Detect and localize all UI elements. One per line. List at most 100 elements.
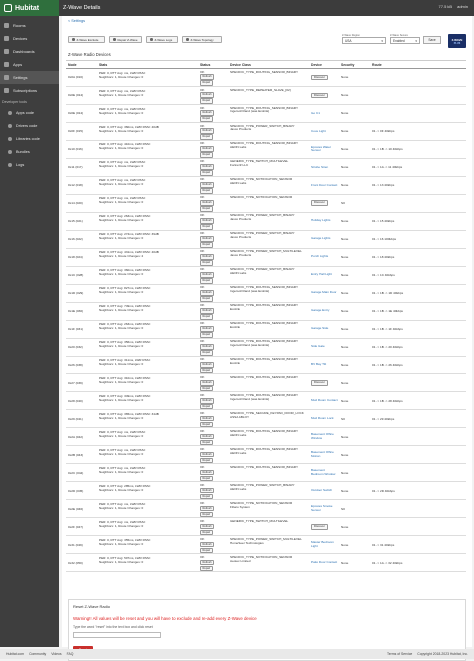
refresh-button[interactable]: Refresh	[200, 559, 215, 566]
device-link[interactable]: Holiday Lights	[311, 219, 338, 223]
breadcrumb[interactable]: < Settings	[68, 19, 85, 23]
sidebar-item-apps-code[interactable]: Apps code	[0, 106, 59, 119]
footer-link[interactable]: Hubitat.com	[6, 652, 24, 656]
repair-button[interactable]: Repair	[200, 224, 213, 230]
refresh-button[interactable]: Refresh	[200, 218, 215, 224]
refresh-button[interactable]: Refresh	[200, 487, 215, 494]
refresh-button[interactable]: Refresh	[200, 92, 215, 99]
footer-link[interactable]: FAQ	[67, 652, 74, 656]
footer-text[interactable]: Terms of Service	[387, 652, 412, 656]
repair-button[interactable]: Repair	[200, 116, 213, 122]
user-menu[interactable]: admin	[457, 4, 468, 9]
region-select[interactable]: USA ▾	[342, 37, 386, 44]
device-link[interactable]: Basement Bedroom Window	[311, 469, 338, 476]
repair-button[interactable]: Repair	[200, 565, 213, 571]
repair-button[interactable]: Repair	[200, 331, 213, 338]
refresh-button[interactable]: Refresh	[200, 254, 215, 260]
refresh-button[interactable]: Refresh	[200, 74, 215, 81]
repair-button[interactable]: Repair	[200, 439, 213, 445]
repair-button[interactable]: Repair	[200, 403, 213, 409]
refresh-button[interactable]: Refresh	[200, 469, 215, 476]
reset-confirm-input[interactable]	[73, 632, 161, 638]
refresh-button[interactable]: Refresh	[200, 200, 215, 206]
refresh-button[interactable]: Refresh	[200, 308, 215, 314]
repair-button[interactable]: Repair	[200, 170, 213, 176]
zwave-exclude-button[interactable]: Z-Wave Exclude	[68, 36, 105, 43]
sidebar-item-devices[interactable]: Devices	[0, 32, 59, 45]
repair-zwave-button[interactable]: Repair Z-Wave	[109, 36, 142, 43]
repair-button[interactable]: Repair	[200, 547, 213, 553]
device-link[interactable]: Porch Lights	[311, 255, 338, 259]
refresh-button[interactable]: Refresh	[200, 523, 215, 530]
sidebar-item-logs[interactable]: Logs	[0, 158, 59, 171]
refresh-button[interactable]: Refresh	[200, 541, 215, 548]
repair-button[interactable]: Repair	[200, 385, 213, 391]
repair-button[interactable]: Repair	[200, 80, 213, 86]
refresh-button[interactable]: Refresh	[200, 272, 215, 278]
device-link[interactable]: Entry Hall Light	[311, 273, 338, 277]
save-button[interactable]: Save	[423, 36, 441, 44]
refresh-button[interactable]: Refresh	[200, 433, 215, 440]
repair-button[interactable]: Repair	[200, 296, 213, 302]
refresh-button[interactable]: Refresh	[200, 164, 215, 170]
refresh-button[interactable]: Refresh	[200, 146, 215, 152]
repair-button[interactable]: Repair	[200, 134, 213, 140]
footer-link[interactable]: Videos	[51, 652, 61, 656]
refresh-button[interactable]: Refresh	[200, 236, 215, 242]
repair-button[interactable]: Repair	[200, 206, 213, 212]
repair-button[interactable]: Repair	[200, 278, 213, 284]
discover-button[interactable]: Discover	[311, 74, 328, 81]
device-link[interactable]: Go C1	[311, 111, 338, 116]
refresh-button[interactable]: Refresh	[200, 128, 215, 134]
device-link[interactable]: Epoxies Water Sensor	[311, 145, 338, 153]
refresh-button[interactable]: Refresh	[200, 505, 215, 512]
repair-button[interactable]: Repair	[200, 98, 213, 104]
repair-button[interactable]: Repair	[200, 349, 213, 356]
device-link[interactable]: Patio Door Contact	[311, 560, 338, 565]
refresh-button[interactable]: Refresh	[200, 415, 215, 422]
refresh-button[interactable]: Refresh	[200, 344, 215, 350]
device-link[interactable]: Front Door Contact	[311, 183, 338, 188]
refresh-button[interactable]: Refresh	[200, 290, 215, 296]
device-link[interactable]: Mud Room Contact	[311, 399, 338, 403]
sidebar-item-subscriptions[interactable]: Subscriptions	[0, 84, 59, 97]
hubitat-logo[interactable]: Hubitat	[0, 0, 59, 16]
repair-button[interactable]: Repair	[200, 511, 213, 517]
sidebar-item-bundles[interactable]: Bundles	[0, 145, 59, 158]
device-link[interactable]: Strobe Siren	[311, 165, 338, 170]
refresh-button[interactable]: Refresh	[200, 110, 215, 117]
repair-button[interactable]: Repair	[200, 260, 213, 266]
refresh-button[interactable]: Refresh	[200, 451, 215, 458]
repair-button[interactable]: Repair	[200, 188, 213, 194]
refresh-button[interactable]: Refresh	[200, 182, 215, 188]
refresh-button[interactable]: Refresh	[200, 326, 215, 332]
discover-button[interactable]: Discover	[311, 200, 328, 207]
sidebar-item-drivers-code[interactable]: Drivers code	[0, 119, 59, 132]
device-link[interactable]: Garage Entry	[311, 309, 338, 313]
repair-button[interactable]: Repair	[200, 493, 213, 499]
refresh-button[interactable]: Refresh	[200, 379, 215, 386]
device-link[interactable]: Mud Room Lock	[311, 417, 338, 421]
device-link[interactable]: Garage Main Door	[311, 291, 338, 295]
repair-button[interactable]: Repair	[200, 313, 213, 320]
refresh-button[interactable]: Refresh	[200, 361, 215, 368]
secure-select[interactable]: Enabled ▾	[390, 37, 420, 44]
repair-button[interactable]: Repair	[200, 529, 213, 535]
discover-button[interactable]: Discover	[311, 380, 328, 386]
repair-button[interactable]: Repair	[200, 421, 213, 427]
sidebar-item-dashboards[interactable]: Dashboards	[0, 45, 59, 58]
device-link[interactable]: Garage Lights	[311, 237, 338, 241]
device-link[interactable]: Basement Office Window	[311, 433, 338, 440]
device-link[interactable]: Epoxies Smoke Sensor	[311, 504, 338, 512]
sidebar-item-settings[interactable]: Settings	[0, 71, 59, 84]
sidebar-item-apps[interactable]: Apps	[0, 58, 59, 71]
zwave-logs-button[interactable]: Z-Wave Logs	[146, 36, 178, 43]
discover-button[interactable]: Discover	[311, 523, 328, 530]
device-link[interactable]: Basement Office Motion	[311, 451, 338, 458]
zwave-topology-button[interactable]: Z-Wave Topology	[182, 36, 222, 43]
repair-button[interactable]: Repair	[200, 242, 213, 248]
repair-button[interactable]: Repair	[200, 457, 213, 463]
device-link[interactable]: Side Gate	[311, 345, 338, 349]
device-link[interactable]: Outdoor Switch	[311, 488, 338, 493]
repair-button[interactable]: Repair	[200, 152, 213, 158]
